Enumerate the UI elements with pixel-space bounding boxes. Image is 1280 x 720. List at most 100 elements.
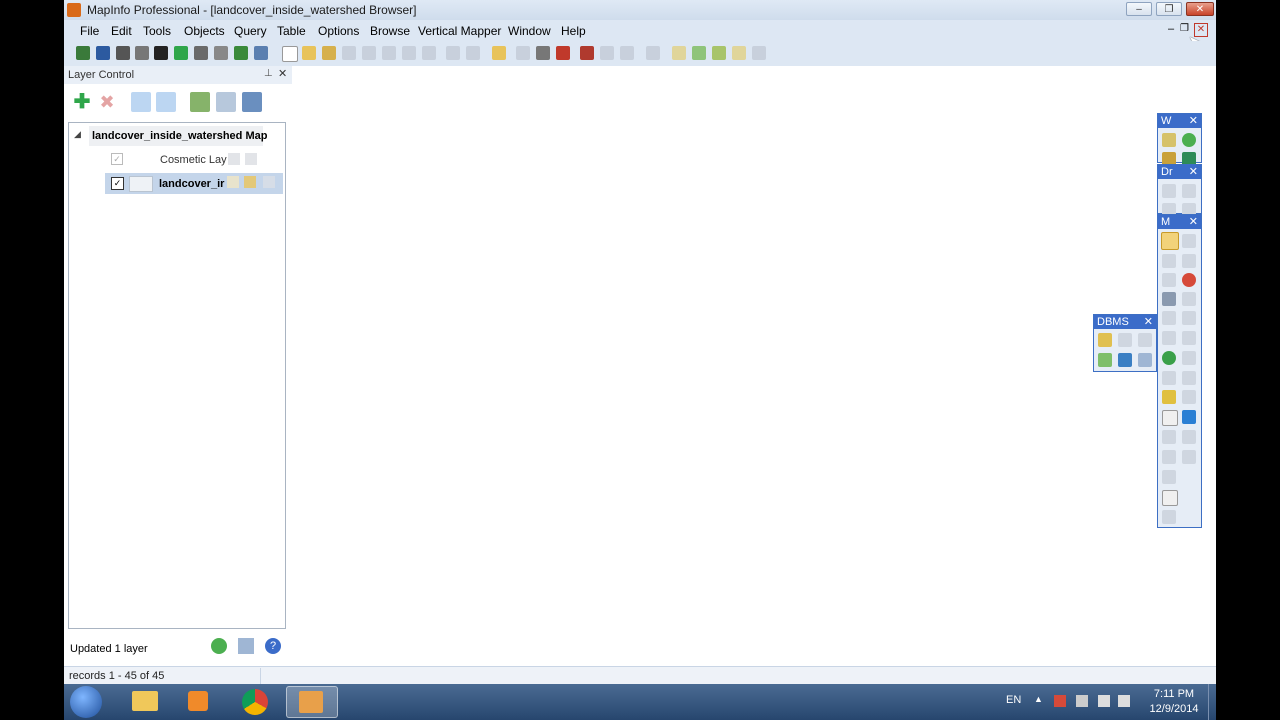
menu-help[interactable]: Help [561,24,586,38]
cut-icon[interactable] [580,46,594,60]
dbms-toolbar-close-icon[interactable]: ✕ [1144,315,1153,329]
window-icon-3[interactable] [712,46,726,60]
layout-icon[interactable] [238,638,254,654]
copy-map-icon[interactable] [516,46,530,60]
grid-icon[interactable] [362,46,376,60]
start-button[interactable] [70,686,102,718]
legend-icon[interactable] [1162,410,1178,426]
menu-objects[interactable]: Objects [184,24,225,38]
taskbar-media-player[interactable] [172,686,224,718]
copy-icon[interactable] [600,46,614,60]
menu-table[interactable]: Table [277,24,306,38]
show-desktop-button[interactable] [1208,684,1217,720]
open-folder-icon[interactable] [302,46,316,60]
select-arrow-icon[interactable] [1161,232,1179,250]
tray-flag-icon[interactable] [1054,695,1066,707]
measure-icon[interactable] [1162,470,1176,484]
pdf-icon[interactable] [556,46,570,60]
menu-options[interactable]: Options [318,24,359,38]
landcover-layer-label[interactable]: landcover_ir [159,178,224,190]
restore-button[interactable]: ❐ [1156,2,1182,16]
refresh-dbms-icon[interactable] [1098,353,1112,367]
edit-icon[interactable] [228,153,240,165]
menu-browse[interactable]: Browse [370,24,410,38]
hotlink-icon[interactable] [1182,351,1196,365]
radius-select-icon[interactable] [1162,254,1176,268]
arrows-tool-icon[interactable] [214,46,228,60]
window-icon-4[interactable] [732,46,746,60]
close-button[interactable]: ✕ [1186,2,1214,16]
minimize-button[interactable]: – [1126,2,1152,16]
zoom-icon[interactable] [402,46,416,60]
menu-tools[interactable]: Tools [143,24,171,38]
main-tools-toolbar-close-icon[interactable]: ✕ [1189,215,1198,229]
pin-icon[interactable]: ⊥ [264,68,273,79]
menu-query[interactable]: Query [234,24,267,38]
grabber-icon[interactable] [1182,331,1196,345]
move-down-icon[interactable] [156,92,176,112]
landcover-layer-checkbox[interactable]: ✓ [111,177,124,190]
dbms-connection-icon[interactable] [1118,353,1132,367]
help-icon[interactable]: ? [265,638,281,654]
map-window[interactable] [292,66,1216,666]
window-icon-5[interactable] [752,46,766,60]
menu-edit[interactable]: Edit [111,24,132,38]
print-icon[interactable] [536,46,550,60]
refresh-icon[interactable] [211,638,227,654]
layer-style-swatch[interactable] [129,176,153,192]
panel-close-icon[interactable]: ✕ [278,67,287,80]
info-tool-icon[interactable] [1162,351,1176,365]
change-view-icon[interactable] [1162,331,1176,345]
save-icon[interactable] [446,46,460,60]
open-workspace-icon[interactable] [492,46,506,60]
zoom-out-icon[interactable] [1182,311,1196,325]
add-layer-icon[interactable]: ✚ [72,92,92,112]
clip-region-icon[interactable] [1162,430,1176,444]
drag-map-icon[interactable] [1182,371,1196,385]
landcover-layer-row[interactable]: ✓ landcover_ir [105,173,283,194]
move-up-icon[interactable] [131,92,151,112]
taskbar-explorer[interactable] [120,686,172,718]
tray-power-icon[interactable] [1076,695,1088,707]
map-node[interactable]: landcover_inside_watershed Map [89,126,267,146]
window-icon-1[interactable] [672,46,686,60]
label-tool-icon[interactable] [1162,371,1176,385]
selectable-icon[interactable] [244,176,256,188]
reorder-layers-icon[interactable] [216,92,236,112]
mdi-minimize-icon[interactable]: – [1168,23,1174,35]
drawing-toolbar-close-icon[interactable]: ✕ [1189,165,1198,179]
layer-tool-icon[interactable] [76,46,90,60]
stack-tool-icon[interactable] [234,46,248,60]
label-icon[interactable] [263,176,275,188]
line-icon[interactable] [1182,184,1196,198]
main-tools-toolbar-header[interactable]: M ✕ [1158,215,1201,229]
polygon-select-icon[interactable] [1182,254,1196,268]
scale-icon[interactable] [1162,450,1176,464]
clock-time[interactable]: 7:11 PM [1149,688,1199,700]
tray-arrow-icon[interactable]: ▲ [1034,694,1043,704]
w-toolbar-header[interactable]: W ✕ [1158,114,1201,128]
layer-control-tool-icon[interactable] [1162,390,1176,404]
dbms-table-icon[interactable] [1118,333,1132,347]
printer-tool-icon[interactable] [1162,510,1176,524]
invert-select-icon[interactable] [1182,292,1196,306]
open-table-icon[interactable] [322,46,336,60]
dbms-tool-icon[interactable] [1138,353,1152,367]
language-indicator[interactable]: EN [1006,694,1021,706]
document-icon[interactable] [1162,490,1178,506]
display-options-icon[interactable] [242,92,262,112]
redistrict-icon[interactable] [1182,450,1196,464]
statistics-icon[interactable] [1182,410,1196,424]
taskbar-mapinfo[interactable] [286,686,338,718]
globe-icon[interactable] [1182,133,1196,147]
table-icon[interactable] [342,46,356,60]
select-icon[interactable] [382,46,396,60]
window-icon-2[interactable] [692,46,706,60]
ruler-icon[interactable] [1182,390,1196,404]
taskbar-chrome[interactable] [230,686,282,718]
analysis-tool-icon[interactable] [96,46,110,60]
graph-select-icon[interactable] [1162,292,1176,306]
w-toolbar-close-icon[interactable]: ✕ [1189,114,1198,128]
tray-network-icon[interactable] [1098,695,1110,707]
unselect-all-icon[interactable] [1182,273,1196,287]
